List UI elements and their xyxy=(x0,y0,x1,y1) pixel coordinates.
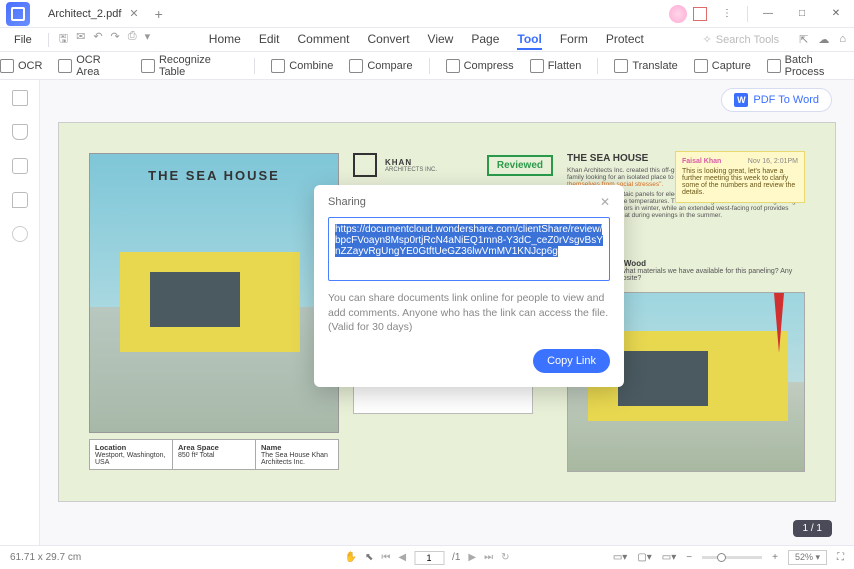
first-page-icon[interactable]: ⏮ xyxy=(381,552,390,563)
sidebar xyxy=(0,80,40,545)
fullscreen-icon[interactable]: ⛶ xyxy=(837,552,844,563)
batch-process-button[interactable]: Batch Process xyxy=(767,54,854,78)
tab-home[interactable]: Home xyxy=(209,30,241,50)
tab-view[interactable]: View xyxy=(428,30,454,50)
close-tab-icon[interactable]: ✕ xyxy=(129,7,138,20)
page-total: /1 xyxy=(452,552,460,563)
redo-icon[interactable]: ↷ xyxy=(111,30,120,49)
magic-wand-icon: ✧ xyxy=(703,33,712,46)
tab-title: Architect_2.pdf xyxy=(48,8,121,20)
save-icon[interactable]: 🖫 xyxy=(59,30,68,49)
next-page-icon[interactable]: ▶ xyxy=(468,552,476,563)
tab-comment[interactable]: Comment xyxy=(298,30,350,50)
kebab-menu-icon[interactable]: ⋮ xyxy=(713,4,741,24)
main-tabs: Home Edit Comment Convert View Page Tool… xyxy=(209,30,644,50)
combine-button[interactable]: Combine xyxy=(271,59,333,73)
page-dimensions: 61.71 x 29.7 cm xyxy=(10,552,81,563)
dialog-description: You can share documents link online for … xyxy=(328,291,610,335)
tool-toolbar: OCR OCR Area Recognize Table Combine Com… xyxy=(0,52,854,80)
compare-button[interactable]: Compare xyxy=(349,59,412,73)
rotate-icon[interactable]: ↻ xyxy=(501,552,509,563)
dialog-close-icon[interactable]: ✕ xyxy=(600,195,610,209)
capture-button[interactable]: Capture xyxy=(694,59,751,73)
fit-width-icon[interactable]: ▭▾ xyxy=(613,552,627,563)
note-user: Faisal Khan xyxy=(682,158,721,165)
firm-name: KHAN xyxy=(385,158,437,167)
zoom-slider[interactable] xyxy=(702,556,762,559)
recognize-table-button[interactable]: Recognize Table xyxy=(141,54,238,78)
translate-button[interactable]: Translate xyxy=(614,59,677,73)
add-tab-button[interactable]: + xyxy=(155,6,163,22)
tab-edit[interactable]: Edit xyxy=(259,30,280,50)
copy-link-button[interactable]: Copy Link xyxy=(533,349,610,373)
thumbnails-icon[interactable] xyxy=(12,90,28,106)
attachment-icon[interactable] xyxy=(12,192,28,208)
bookmark-icon[interactable] xyxy=(12,124,28,140)
page-indicator-badge: 1 / 1 xyxy=(793,520,832,537)
print-icon[interactable]: ✉ xyxy=(76,30,85,49)
search-sidebar-icon[interactable] xyxy=(12,226,28,242)
search-placeholder: Search Tools xyxy=(716,34,779,46)
info-table: LocationWestport, Washington, USA Area S… xyxy=(89,439,339,470)
reading-mode-icon[interactable]: ▭▾ xyxy=(662,552,676,563)
page-col-1: THE SEA HOUSE LocationWestport, Washingt… xyxy=(89,153,339,471)
ocr-button[interactable]: OCR xyxy=(0,59,42,73)
select-tool-icon[interactable]: ⬉ xyxy=(365,552,373,563)
maximize-button[interactable]: □ xyxy=(788,4,816,24)
sticky-note[interactable]: Faisal Khan Nov 16, 2:01PM This is looki… xyxy=(675,151,805,203)
share-icon[interactable]: ⇱ xyxy=(799,33,808,46)
reviewed-badge: Reviewed xyxy=(487,155,553,176)
arrow-annotation-icon xyxy=(774,293,784,353)
tab-tool[interactable]: Tool xyxy=(517,30,541,50)
workspace: PDF To Word THE SEA HOUSE LocationWestpo… xyxy=(0,80,854,545)
file-menu[interactable]: File xyxy=(8,32,38,48)
pdf-to-word-button[interactable]: PDF To Word xyxy=(721,88,832,112)
cloud-icon[interactable]: ☁ xyxy=(818,33,829,46)
app-icon xyxy=(6,2,30,26)
tab-protect[interactable]: Protect xyxy=(606,30,644,50)
zoom-out-icon[interactable]: − xyxy=(686,552,692,563)
print2-icon[interactable]: ⎙ xyxy=(128,30,137,49)
document-tab[interactable]: Architect_2.pdf ✕ xyxy=(38,3,149,24)
tab-form[interactable]: Form xyxy=(560,30,588,50)
note-time: Nov 16, 2:01PM xyxy=(748,158,798,165)
hand-tool-icon[interactable]: ✋ xyxy=(345,552,357,563)
account-avatar[interactable] xyxy=(669,5,687,23)
share-url-text: https://documentcloud.wondershare.com/cl… xyxy=(335,224,603,257)
document-canvas[interactable]: PDF To Word THE SEA HOUSE LocationWestpo… xyxy=(40,80,854,545)
house-render-1: THE SEA HOUSE xyxy=(89,153,339,433)
flatten-button[interactable]: Flatten xyxy=(530,59,582,73)
close-window-button[interactable]: ✕ xyxy=(822,4,850,24)
menubar: File 🖫 ✉ ↶ ↷ ⎙ ▾ Home Edit Comment Conve… xyxy=(0,28,854,52)
tab-page[interactable]: Page xyxy=(471,30,499,50)
prev-page-icon[interactable]: ◀ xyxy=(398,552,406,563)
home-icon[interactable]: ⌂ xyxy=(839,33,846,46)
view-mode-icon[interactable]: ▢▾ xyxy=(637,552,651,563)
house-title: THE SEA HOUSE xyxy=(90,168,338,183)
zoom-in-icon[interactable]: + xyxy=(772,552,778,563)
search-tools[interactable]: ✧ Search Tools xyxy=(703,33,780,46)
sharing-dialog: Sharing ✕ https://documentcloud.wondersh… xyxy=(314,185,624,387)
ocr-area-button[interactable]: OCR Area xyxy=(58,54,125,78)
note-body: This is looking great, let's have a furt… xyxy=(682,168,798,196)
comment-panel-icon[interactable] xyxy=(12,158,28,174)
notification-icon[interactable] xyxy=(693,7,707,21)
tab-convert[interactable]: Convert xyxy=(368,30,410,50)
minimize-button[interactable]: — xyxy=(754,4,782,24)
page-number-input[interactable] xyxy=(414,551,444,565)
firm-logo-icon xyxy=(353,153,377,177)
last-page-icon[interactable]: ⏭ xyxy=(484,552,493,563)
more-icon[interactable]: ▾ xyxy=(145,30,151,49)
firm-sub: ARCHITECTS INC. xyxy=(385,167,437,173)
compress-button[interactable]: Compress xyxy=(446,59,514,73)
share-url-field[interactable]: https://documentcloud.wondershare.com/cl… xyxy=(328,217,610,281)
titlebar: Architect_2.pdf ✕ + ⋮ — □ ✕ xyxy=(0,0,854,28)
dialog-title: Sharing xyxy=(328,196,366,208)
undo-icon[interactable]: ↶ xyxy=(93,30,102,49)
statusbar: 61.71 x 29.7 cm ✋ ⬉ ⏮ ◀ /1 ▶ ⏭ ↻ ▭▾ ▢▾ ▭… xyxy=(0,545,854,569)
zoom-value[interactable]: 52% ▾ xyxy=(788,550,827,565)
